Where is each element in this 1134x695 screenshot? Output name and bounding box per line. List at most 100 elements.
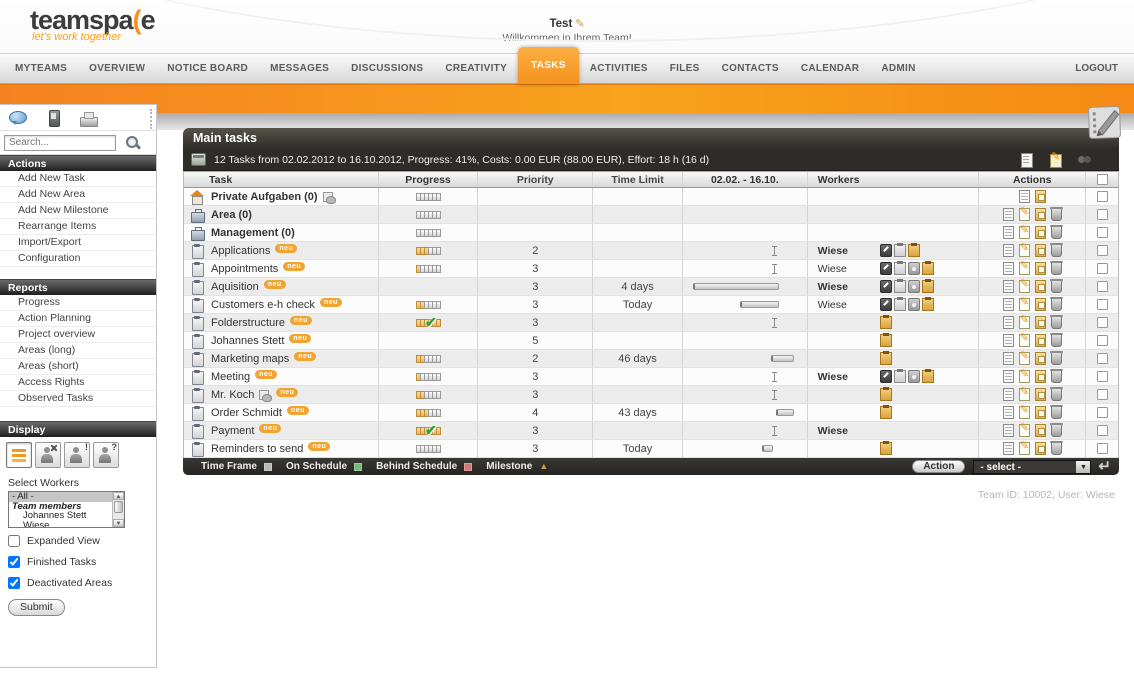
report-icon[interactable] [1003, 244, 1014, 257]
worker-assign-icon[interactable] [908, 244, 920, 257]
delete-icon[interactable] [1051, 226, 1062, 239]
task-link[interactable]: Order Schmidt [211, 407, 282, 419]
action-button[interactable]: Action [912, 460, 965, 473]
worker-clock-icon[interactable] [880, 370, 892, 383]
report-icon[interactable] [1003, 352, 1014, 365]
delete-icon[interactable] [1051, 244, 1062, 257]
row-checkbox[interactable] [1097, 335, 1108, 346]
worker-option[interactable]: Team members [9, 502, 113, 512]
row-checkbox[interactable] [1097, 263, 1108, 274]
delete-icon[interactable] [1051, 262, 1062, 275]
report-icon[interactable] [1003, 226, 1014, 239]
sidebar-item-areas-long-[interactable]: Areas (long) [0, 343, 156, 359]
sidebar-item-access-rights[interactable]: Access Rights [0, 375, 156, 391]
task-link[interactable]: Johannes Stett [211, 335, 284, 347]
nav-tab-activities[interactable]: ACTIVITIES [579, 63, 659, 74]
cb-expanded-view-checkbox[interactable] [8, 535, 20, 547]
nav-tab-notice-board[interactable]: NOTICE BOARD [156, 63, 259, 74]
nav-tab-contacts[interactable]: CONTACTS [711, 63, 790, 74]
worker-mail-icon[interactable] [908, 262, 920, 275]
nav-tab-creativity[interactable]: CREATIVITY [434, 63, 518, 74]
worker-mail-icon[interactable] [908, 298, 920, 311]
worker-assign-icon[interactable] [880, 406, 892, 419]
chevron-down-icon[interactable]: ▼ [1076, 461, 1090, 473]
copy-icon[interactable] [1035, 190, 1046, 203]
worker-assign-icon[interactable] [880, 388, 892, 401]
task-link[interactable]: Mr. Koch [211, 389, 254, 401]
edit-icon[interactable] [1019, 370, 1030, 383]
report-icon[interactable] [1003, 208, 1014, 221]
row-checkbox[interactable] [1097, 425, 1108, 436]
chat-icon[interactable] [8, 110, 30, 126]
worker-note-icon[interactable] [894, 298, 906, 311]
worker-note-icon[interactable] [894, 370, 906, 383]
delete-icon[interactable] [1051, 370, 1062, 383]
scroll-up-icon[interactable]: ▲ [113, 492, 124, 500]
task-link[interactable]: Aquisition [211, 281, 259, 293]
row-checkbox[interactable] [1097, 191, 1108, 202]
edit-icon[interactable] [1019, 424, 1030, 437]
edit-icon[interactable] [1019, 226, 1030, 239]
report-icon[interactable] [1003, 442, 1014, 455]
action-select[interactable]: - select - ▼ [973, 460, 1091, 474]
copy-icon[interactable] [1035, 370, 1046, 383]
report-icon[interactable] [1019, 190, 1030, 203]
cb-deactivated-areas-checkbox[interactable] [8, 577, 20, 589]
edit-icon[interactable] [1019, 298, 1030, 311]
report-icon[interactable] [1003, 334, 1014, 347]
copy-icon[interactable] [1035, 298, 1046, 311]
edit-icon[interactable] [1019, 442, 1030, 455]
sidebar-item-project-overview[interactable]: Project overview [0, 327, 156, 343]
worker-assign-icon[interactable] [880, 316, 892, 329]
delete-icon[interactable] [1051, 352, 1062, 365]
delete-icon[interactable] [1051, 280, 1062, 293]
delete-icon[interactable] [1051, 316, 1062, 329]
report-icon[interactable] [1003, 316, 1014, 329]
sidebar-item-rearrange-items[interactable]: Rearrange Items [0, 219, 156, 235]
row-checkbox[interactable] [1097, 371, 1108, 382]
sidebar-item-add-new-task[interactable]: Add New Task [0, 171, 156, 187]
sidebar-item-configuration[interactable]: Configuration [0, 251, 156, 267]
sidebar-drag-handle[interactable] [150, 109, 152, 129]
worker-assign-icon[interactable] [922, 262, 934, 275]
task-link[interactable]: Payment [211, 425, 254, 437]
search-icon[interactable] [122, 134, 144, 152]
delete-icon[interactable] [1051, 442, 1062, 455]
worker-note-icon[interactable] [894, 280, 906, 293]
edit-icon[interactable] [1049, 153, 1062, 167]
edit-icon[interactable] [1019, 334, 1030, 347]
worker-option[interactable]: Johannes Stett [9, 511, 113, 521]
report-icon[interactable] [1003, 406, 1014, 419]
report-icon[interactable] [1003, 262, 1014, 275]
edit-icon[interactable] [1019, 208, 1030, 221]
submit-button[interactable]: Submit [8, 599, 65, 616]
nav-tab-messages[interactable]: MESSAGES [259, 63, 340, 74]
edit-icon[interactable] [1019, 388, 1030, 401]
delete-icon[interactable] [1051, 424, 1062, 437]
copy-icon[interactable] [1035, 208, 1046, 221]
report-icon[interactable] [1003, 298, 1014, 311]
report-icon[interactable] [1003, 370, 1014, 383]
worker-clock-icon[interactable] [880, 280, 892, 293]
edit-icon[interactable] [1019, 352, 1030, 365]
task-link[interactable]: Appointments [211, 263, 278, 275]
nav-tab-myteams[interactable]: MYTEAMS [4, 63, 78, 74]
observe-icon[interactable] [1078, 153, 1091, 167]
edit-icon[interactable] [1019, 406, 1030, 419]
delete-icon[interactable] [1051, 334, 1062, 347]
nav-tab-tasks[interactable]: TASKS [518, 47, 579, 84]
worker-assign-icon[interactable] [922, 298, 934, 311]
logout-link[interactable]: LOGOUT [1075, 63, 1118, 74]
row-checkbox[interactable] [1097, 317, 1108, 328]
row-checkbox[interactable] [1097, 209, 1108, 220]
worker-tools-icon[interactable] [35, 442, 61, 468]
row-checkbox[interactable] [1097, 227, 1108, 238]
copy-icon[interactable] [1035, 280, 1046, 293]
search-input[interactable] [4, 135, 116, 151]
edit-icon[interactable] [1019, 316, 1030, 329]
task-link[interactable]: Applications [211, 245, 270, 257]
worker-note-icon[interactable] [894, 262, 906, 275]
worker-option[interactable]: Wiese [9, 521, 113, 529]
row-checkbox[interactable] [1097, 443, 1108, 454]
copy-icon[interactable] [1035, 388, 1046, 401]
